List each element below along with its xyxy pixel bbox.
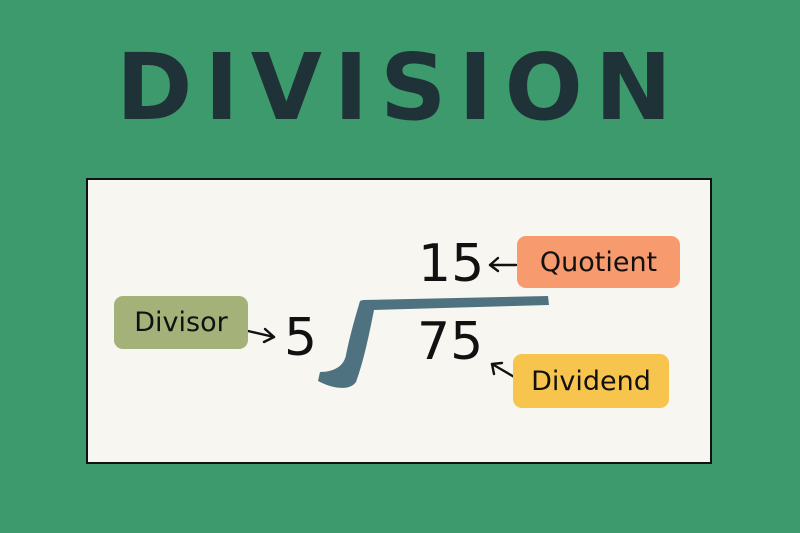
dividend-label-badge: Dividend [513,354,669,408]
quotient-value: 15 [418,234,485,294]
divisor-label-badge: Divisor [114,296,248,349]
divisor-value: 5 [284,308,318,368]
dividend-value: 75 [417,312,484,372]
quotient-label-badge: Quotient [517,236,680,288]
page-title: DIVISION [116,34,684,141]
